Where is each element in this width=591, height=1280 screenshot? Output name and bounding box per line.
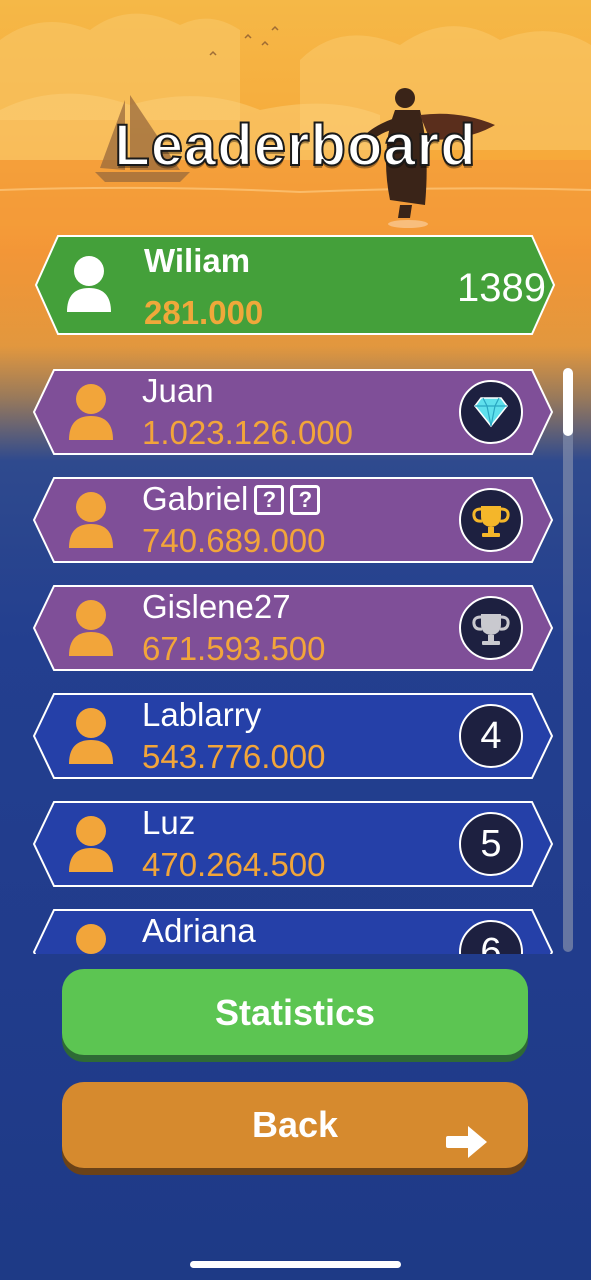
user-icon: [64, 254, 114, 314]
home-indicator[interactable]: [190, 1261, 401, 1268]
rank-number: 5: [480, 823, 502, 865]
player-score: 543.776.000: [142, 738, 326, 775]
leaderboard-row[interactable]: Luz 470.264.500 5: [32, 800, 554, 888]
player-name: Juan: [142, 372, 214, 409]
current-player-score: 281.000: [144, 294, 264, 331]
back-button-label: Back: [251, 1104, 339, 1145]
diamond-icon: [459, 380, 523, 444]
statistics-button[interactable]: Statistics: [62, 969, 528, 1055]
player-name: Gislene27: [142, 588, 291, 625]
leaderboard-row[interactable]: Gabriel?? 740.689.000: [32, 476, 554, 564]
back-button[interactable]: Back: [62, 1082, 528, 1168]
user-icon: [66, 382, 116, 442]
scrollbar-thumb[interactable]: [563, 368, 573, 436]
rank-badge: 5: [459, 812, 523, 876]
user-icon: [66, 598, 116, 658]
player-score: 671.593.500: [142, 630, 326, 667]
page-title: Leaderboard: [113, 112, 477, 179]
leaderboard-row[interactable]: Lablarry 543.776.000 4: [32, 692, 554, 780]
rank-number: 4: [480, 715, 502, 757]
current-player-rank: 1389: [457, 266, 546, 310]
player-name: Luz: [142, 804, 196, 841]
player-name: Adriana: [142, 912, 256, 949]
leaderboard-row[interactable]: Juan 1.023.126.000: [32, 368, 554, 456]
player-score: 470.264.500: [142, 846, 326, 883]
player-name: Gabriel??: [142, 480, 321, 518]
scrollbar-track[interactable]: [563, 368, 573, 952]
user-icon: [66, 814, 116, 874]
current-player-row[interactable]: Wiliam 281.000 1389: [34, 234, 556, 336]
player-score: 740.689.000: [142, 522, 326, 559]
rank-badge: 4: [459, 704, 523, 768]
silver-trophy-icon: [459, 596, 523, 660]
player-score: 1.023.126.000: [142, 414, 354, 451]
gold-trophy-icon: [459, 488, 523, 552]
rank-badge: 6: [459, 920, 523, 954]
question-tag: ?: [290, 485, 321, 515]
current-player-name: Wiliam: [144, 242, 251, 279]
leaderboard-row[interactable]: Gislene27 671.593.500: [32, 584, 554, 672]
rank-number: 6: [480, 931, 502, 954]
arrow-right-icon: [444, 1106, 490, 1192]
user-icon: [66, 922, 116, 954]
user-icon: [66, 490, 116, 550]
user-icon: [66, 706, 116, 766]
leaderboard-list[interactable]: Juan 1.023.126.000 Gabriel?? 740.689.000…: [0, 364, 591, 954]
player-name: Lablarry: [142, 696, 262, 733]
leaderboard-row[interactable]: Adriana 6: [32, 908, 554, 954]
player-name-text: Gabriel: [142, 480, 249, 517]
question-tag: ?: [254, 485, 285, 515]
